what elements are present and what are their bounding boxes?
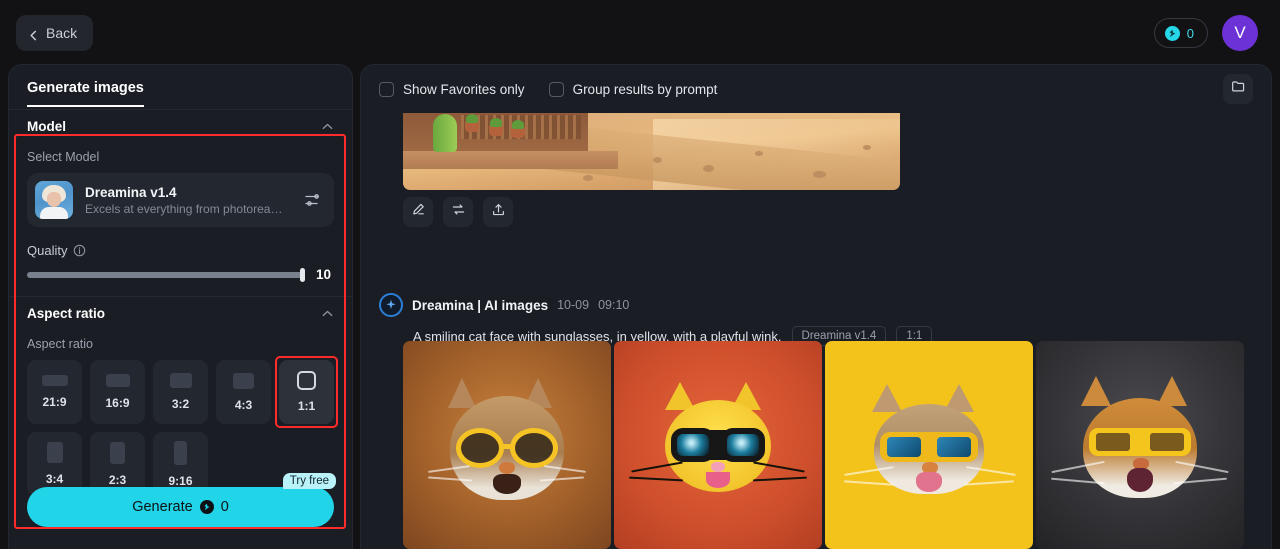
aspect-ratio-shape-icon bbox=[233, 372, 254, 389]
aspect-ratio-shape-icon bbox=[105, 374, 130, 387]
quality-slider[interactable] bbox=[27, 267, 305, 282]
checkbox-show-favorites-only[interactable]: Show Favorites only bbox=[379, 81, 525, 97]
folder-icon bbox=[1231, 79, 1246, 99]
result-image-grid bbox=[403, 341, 1244, 549]
generate-panel: Generate images Model Select Model Dream… bbox=[8, 64, 353, 549]
folder-button[interactable] bbox=[1223, 74, 1253, 104]
coin-icon bbox=[1164, 25, 1180, 41]
coin-icon bbox=[199, 500, 214, 514]
result-action-row bbox=[403, 197, 513, 227]
entry-time: 09:10 bbox=[598, 298, 630, 312]
aspect-ratio-label: 16:9 bbox=[105, 396, 130, 410]
aspect-ratio-option-16-9[interactable]: 16:9 bbox=[90, 360, 145, 424]
aspect-ratio-shape-icon bbox=[46, 442, 63, 463]
result-image[interactable] bbox=[403, 341, 611, 549]
checkbox-box[interactable] bbox=[548, 81, 564, 97]
quality-label: Quality bbox=[27, 243, 68, 258]
checkbox-group-results-by-prompt[interactable]: Group results by prompt bbox=[548, 81, 718, 97]
aspect-ratio-label: 4:3 bbox=[234, 397, 253, 412]
model-section-header[interactable]: Model bbox=[9, 109, 352, 142]
result-entry-header: Dreamina | AI images 10-09 09:10 A smili… bbox=[379, 293, 1253, 346]
quality-slider-thumb[interactable] bbox=[300, 267, 305, 282]
aspect-ratio-label: 21:9 bbox=[42, 395, 67, 409]
aspect-ratio-option-3-2[interactable]: 3:2 bbox=[153, 360, 208, 424]
previous-result-image[interactable] bbox=[403, 113, 900, 190]
aspect-ratio-label: 3:2 bbox=[171, 397, 190, 411]
result-image[interactable] bbox=[614, 341, 822, 549]
avatar-initial: V bbox=[1234, 23, 1246, 42]
checkbox-box[interactable] bbox=[379, 81, 394, 97]
aspect-ratio-shape-icon bbox=[297, 371, 316, 390]
results-scroll-area[interactable]: Dreamina | AI images 10-09 09:10 A smili… bbox=[361, 113, 1271, 549]
results-toolbar: Show Favorites only Group results by pro… bbox=[361, 65, 1271, 113]
try-free-badge: Try free bbox=[282, 473, 336, 489]
result-image[interactable] bbox=[825, 341, 1033, 549]
credits-count: 0 bbox=[1186, 25, 1194, 41]
results-panel: Show Favorites only Group results by pro… bbox=[360, 64, 1272, 549]
back-button[interactable]: Back bbox=[16, 15, 94, 51]
top-bar-right: 0 V bbox=[1153, 15, 1264, 51]
panel-tabs: Generate images bbox=[9, 65, 352, 107]
sliders-icon[interactable] bbox=[304, 191, 322, 209]
app-root: Back 0 V Generate images Model Select Mo… bbox=[0, 0, 1280, 549]
checkbox-label: Show Favorites only bbox=[403, 81, 525, 97]
aspect-section-header[interactable]: Aspect ratio bbox=[9, 296, 352, 329]
generate-button-wrap: Generate 0 Try free bbox=[27, 473, 336, 527]
aspect-ratio-shape-icon bbox=[174, 440, 187, 465]
model-card[interactable]: Dreamina v1.4 Excels at everything from … bbox=[27, 173, 334, 227]
credits-pill[interactable]: 0 bbox=[1153, 18, 1208, 48]
quality-slider-row: 10 bbox=[27, 267, 334, 282]
quality-row: Quality bbox=[27, 243, 334, 258]
aspect-ratio-option-4-3[interactable]: 4:3 bbox=[216, 360, 271, 424]
generate-button[interactable]: Generate 0 bbox=[27, 487, 334, 527]
regenerate-icon bbox=[451, 202, 466, 222]
info-icon[interactable] bbox=[73, 244, 86, 257]
quality-value: 10 bbox=[316, 267, 332, 282]
model-avatar-thumbnail bbox=[35, 181, 73, 219]
aspect-ratio-shape-icon bbox=[169, 373, 192, 388]
aspect-ratio-option-1-1[interactable]: 1:1 bbox=[275, 356, 338, 428]
edit-pencil-icon bbox=[411, 202, 426, 222]
upload-icon bbox=[491, 202, 506, 222]
model-description: Excels at everything from photoreali… bbox=[85, 201, 285, 216]
generate-label: Generate bbox=[132, 499, 193, 515]
tab-generate-images[interactable]: Generate images bbox=[27, 80, 144, 107]
aspect-ratio-option-21-9[interactable]: 21:9 bbox=[27, 360, 82, 424]
chevron-up-icon[interactable] bbox=[321, 120, 334, 133]
entry-source: Dreamina | AI images bbox=[412, 297, 549, 313]
select-model-label: Select Model bbox=[27, 150, 100, 164]
aspect-ratio-label: 2:3 bbox=[108, 472, 127, 487]
sparkle-icon bbox=[379, 293, 403, 317]
regenerate-button[interactable] bbox=[443, 197, 473, 227]
entry-date: 10-09 bbox=[557, 298, 590, 312]
chevron-left-icon bbox=[28, 28, 39, 40]
top-bar: Back 0 V bbox=[0, 0, 1280, 66]
model-meta: Dreamina v1.4 Excels at everything from … bbox=[85, 184, 292, 217]
aspect-ratio-label: 3:4 bbox=[45, 472, 64, 486]
aspect-ratio-label: Aspect ratio bbox=[27, 337, 94, 351]
upload-button[interactable] bbox=[483, 197, 513, 227]
edit-button[interactable] bbox=[403, 197, 433, 227]
chevron-up-icon[interactable] bbox=[321, 307, 334, 320]
avatar[interactable]: V bbox=[1222, 15, 1258, 51]
result-image[interactable] bbox=[1036, 341, 1244, 549]
generate-cost: 0 bbox=[220, 499, 229, 515]
model-name: Dreamina v1.4 bbox=[85, 184, 177, 200]
aspect-ratio-shape-icon bbox=[41, 375, 68, 386]
model-form: Select Model Dreamina v1.4 Excels at eve… bbox=[9, 150, 352, 282]
back-label: Back bbox=[46, 25, 78, 41]
aspect-section-title: Aspect ratio bbox=[27, 306, 106, 321]
aspect-ratio-label: 9:16 bbox=[168, 473, 193, 488]
checkbox-label: Group results by prompt bbox=[572, 81, 718, 97]
aspect-ratio-shape-icon bbox=[110, 441, 125, 464]
aspect-ratio-label: 1:1 bbox=[297, 399, 316, 413]
model-section-title: Model bbox=[27, 119, 66, 134]
